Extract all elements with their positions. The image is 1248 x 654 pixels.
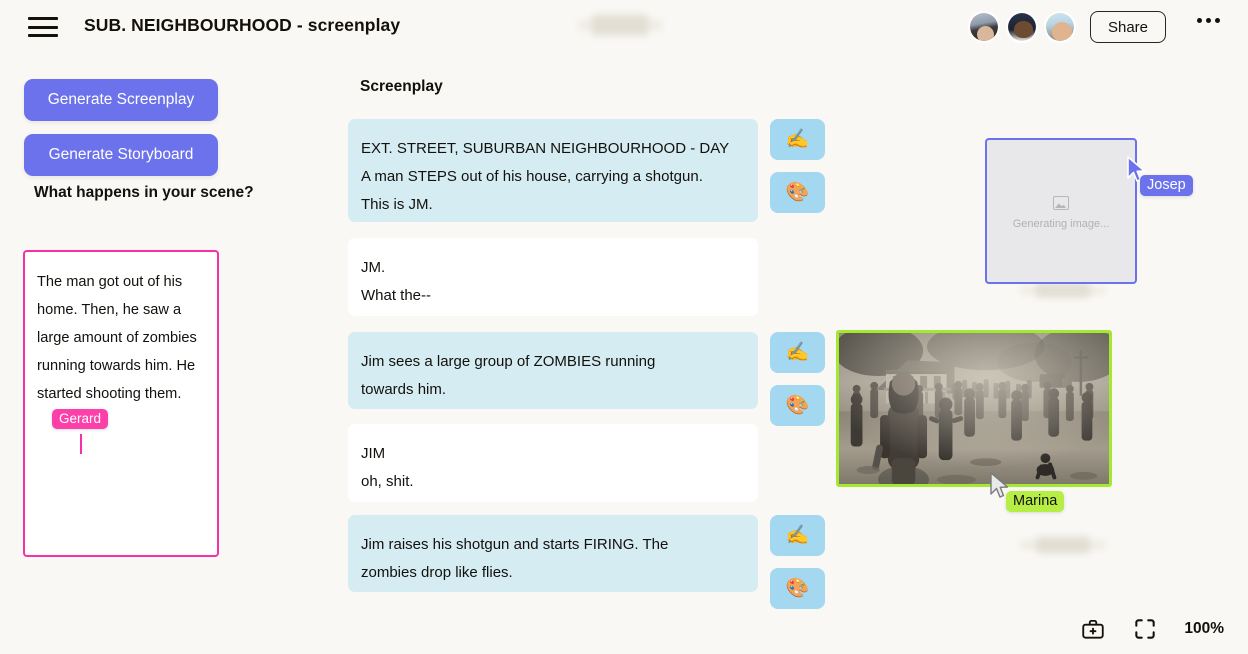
collab-cursor-marina: Marina xyxy=(1006,491,1065,512)
collaborator-avatars xyxy=(968,11,1076,43)
prompt-label: What happens in your scene? xyxy=(34,184,254,201)
illustrate-button[interactable]: 🎨 xyxy=(770,172,825,213)
image-placeholder-icon xyxy=(1053,196,1069,210)
obscured-card-label-2 xyxy=(1036,536,1090,554)
screenplay-block[interactable]: Jim sees a large group of ZOMBIES runnin… xyxy=(348,332,758,409)
generate-screenplay-button[interactable]: Generate Screenplay xyxy=(24,79,218,121)
avatar[interactable] xyxy=(1044,11,1076,43)
zombie-horde-image xyxy=(839,333,1109,484)
app-header: SUB. NEIGHBOURHOOD - screenplay Share xyxy=(0,0,1248,54)
share-button[interactable]: Share xyxy=(1089,11,1166,43)
scene-prompt-value: The man got out of his home. Then, he sa… xyxy=(37,274,201,402)
app-root: SUB. NEIGHBOURHOOD - screenplay Share Ge… xyxy=(0,0,1248,654)
illustrate-button[interactable]: 🎨 xyxy=(770,568,825,609)
collab-cursor-josep: Josep xyxy=(1140,175,1193,196)
rewrite-button[interactable]: ✍️ xyxy=(770,332,825,373)
scene-prompt-input[interactable]: The man got out of his home. Then, he sa… xyxy=(23,250,219,557)
hamburger-icon[interactable] xyxy=(28,15,58,39)
collab-cursor-gerard: Gerard xyxy=(52,409,109,429)
illustrate-button[interactable]: 🎨 xyxy=(770,385,825,426)
screenplay-block[interactable]: EXT. STREET, SUBURBAN NEIGHBOURHOOD - DA… xyxy=(348,119,758,222)
obscured-card-label xyxy=(1036,282,1090,298)
generating-status-text: Generating image... xyxy=(1012,218,1110,230)
rewrite-button[interactable]: ✍️ xyxy=(770,515,825,556)
screenplay-block[interactable]: JM. What the-- xyxy=(348,238,758,316)
screenplay-heading: Screenplay xyxy=(360,78,443,95)
generate-storyboard-button[interactable]: Generate Storyboard xyxy=(24,134,218,176)
rewrite-button[interactable]: ✍️ xyxy=(770,119,825,160)
screenplay-block[interactable]: JIM oh, shit. xyxy=(348,424,758,502)
canvas-toolbar: 100% xyxy=(1080,616,1224,642)
avatar[interactable] xyxy=(1006,11,1038,43)
page-title: SUB. NEIGHBOURHOOD - screenplay xyxy=(84,15,401,35)
toolbox-icon[interactable] xyxy=(1080,616,1106,642)
avatar[interactable] xyxy=(968,11,1000,43)
fit-to-screen-icon[interactable] xyxy=(1132,616,1158,642)
generating-image-card[interactable]: Generating image... xyxy=(985,138,1137,284)
text-caret xyxy=(80,434,82,454)
ellipsis-icon[interactable] xyxy=(1197,18,1220,23)
zoom-level[interactable]: 100% xyxy=(1184,620,1224,638)
screenplay-block[interactable]: Jim raises his shotgun and starts FIRING… xyxy=(348,515,758,592)
storyboard-image-card[interactable] xyxy=(836,330,1112,487)
obscured-header-chip xyxy=(592,14,648,36)
